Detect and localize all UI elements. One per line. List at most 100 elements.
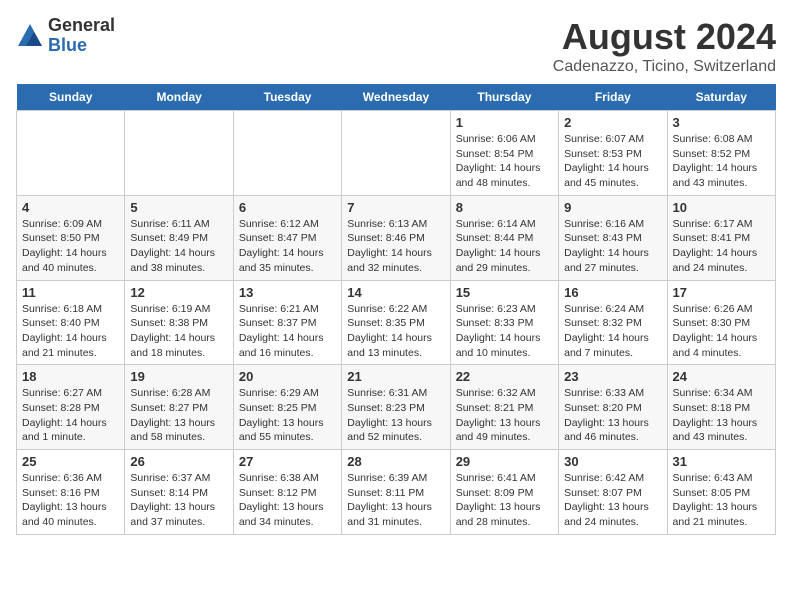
calendar-cell: 17 Sunrise: 6:26 AM Sunset: 8:30 PM Dayli… <box>667 280 775 365</box>
date-number: 23 <box>564 369 661 384</box>
calendar-cell: 9 Sunrise: 6:16 AM Sunset: 8:43 PM Daylig… <box>559 195 667 280</box>
cell-content: Sunrise: 6:19 AM Sunset: 8:38 PM Dayligh… <box>130 302 227 361</box>
calendar-cell: 12 Sunrise: 6:19 AM Sunset: 8:38 PM Dayli… <box>125 280 233 365</box>
cell-content: Sunrise: 6:22 AM Sunset: 8:35 PM Dayligh… <box>347 302 444 361</box>
cell-content: Sunrise: 6:42 AM Sunset: 8:07 PM Dayligh… <box>564 471 661 530</box>
week-row-3: 11 Sunrise: 6:18 AM Sunset: 8:40 PM Dayli… <box>17 280 776 365</box>
cell-content: Sunrise: 6:06 AM Sunset: 8:54 PM Dayligh… <box>456 132 553 191</box>
cell-content: Sunrise: 6:08 AM Sunset: 8:52 PM Dayligh… <box>673 132 770 191</box>
cell-content: Sunrise: 6:23 AM Sunset: 8:33 PM Dayligh… <box>456 302 553 361</box>
calendar-cell: 15 Sunrise: 6:23 AM Sunset: 8:33 PM Dayli… <box>450 280 558 365</box>
calendar-cell: 7 Sunrise: 6:13 AM Sunset: 8:46 PM Daylig… <box>342 195 450 280</box>
day-header-saturday: Saturday <box>667 84 775 111</box>
date-number: 11 <box>22 285 119 300</box>
logo-general: General <box>48 16 115 36</box>
logo: General Blue <box>16 16 115 56</box>
date-number: 17 <box>673 285 770 300</box>
date-number: 2 <box>564 115 661 130</box>
calendar-cell: 27 Sunrise: 6:38 AM Sunset: 8:12 PM Dayli… <box>233 450 341 535</box>
cell-content: Sunrise: 6:34 AM Sunset: 8:18 PM Dayligh… <box>673 386 770 445</box>
calendar-cell: 6 Sunrise: 6:12 AM Sunset: 8:47 PM Daylig… <box>233 195 341 280</box>
date-number: 29 <box>456 454 553 469</box>
date-number: 18 <box>22 369 119 384</box>
cell-content: Sunrise: 6:21 AM Sunset: 8:37 PM Dayligh… <box>239 302 336 361</box>
date-number: 20 <box>239 369 336 384</box>
week-row-5: 25Sunrise: 6:36 AM Sunset: 8:16 PM Dayli… <box>17 450 776 535</box>
cell-content: Sunrise: 6:37 AM Sunset: 8:14 PM Dayligh… <box>130 471 227 530</box>
date-number: 26 <box>130 454 227 469</box>
cell-content: Sunrise: 6:07 AM Sunset: 8:53 PM Dayligh… <box>564 132 661 191</box>
cell-content: Sunrise: 6:31 AM Sunset: 8:23 PM Dayligh… <box>347 386 444 445</box>
title-section: August 2024 Cadenazzo, Ticino, Switzerla… <box>553 16 776 76</box>
week-row-4: 18 Sunrise: 6:27 AM Sunset: 8:28 PM Dayli… <box>17 365 776 450</box>
date-number: 16 <box>564 285 661 300</box>
week-row-2: 4 Sunrise: 6:09 AM Sunset: 8:50 PM Daylig… <box>17 195 776 280</box>
calendar-cell: 18 Sunrise: 6:27 AM Sunset: 8:28 PM Dayli… <box>17 365 125 450</box>
cell-content: Sunrise: 6:18 AM Sunset: 8:40 PM Dayligh… <box>22 302 119 361</box>
calendar-cell: 10Sunrise: 6:17 AM Sunset: 8:41 PM Dayli… <box>667 195 775 280</box>
calendar-table: SundayMondayTuesdayWednesdayThursdayFrid… <box>16 84 776 535</box>
date-number: 27 <box>239 454 336 469</box>
calendar-cell: 13 Sunrise: 6:21 AM Sunset: 8:37 PM Dayli… <box>233 280 341 365</box>
day-header-monday: Monday <box>125 84 233 111</box>
calendar-cell: 2 Sunrise: 6:07 AM Sunset: 8:53 PM Daylig… <box>559 111 667 196</box>
date-number: 12 <box>130 285 227 300</box>
date-number: 28 <box>347 454 444 469</box>
cell-content: Sunrise: 6:33 AM Sunset: 8:20 PM Dayligh… <box>564 386 661 445</box>
calendar-cell: 19 Sunrise: 6:28 AM Sunset: 8:27 PM Dayli… <box>125 365 233 450</box>
calendar-cell: 29Sunrise: 6:41 AM Sunset: 8:09 PM Dayli… <box>450 450 558 535</box>
date-number: 25 <box>22 454 119 469</box>
calendar-cell: 1 Sunrise: 6:06 AM Sunset: 8:54 PM Daylig… <box>450 111 558 196</box>
date-number: 7 <box>347 200 444 215</box>
date-number: 5 <box>130 200 227 215</box>
date-number: 30 <box>564 454 661 469</box>
calendar-cell: 25Sunrise: 6:36 AM Sunset: 8:16 PM Dayli… <box>17 450 125 535</box>
calendar-cell <box>17 111 125 196</box>
date-number: 9 <box>564 200 661 215</box>
cell-content: Sunrise: 6:32 AM Sunset: 8:21 PM Dayligh… <box>456 386 553 445</box>
calendar-cell <box>233 111 341 196</box>
date-number: 15 <box>456 285 553 300</box>
cell-content: Sunrise: 6:27 AM Sunset: 8:28 PM Dayligh… <box>22 386 119 445</box>
date-number: 19 <box>130 369 227 384</box>
page-subtitle: Cadenazzo, Ticino, Switzerland <box>553 58 776 76</box>
page-header: General Blue August 2024 Cadenazzo, Tici… <box>16 16 776 76</box>
calendar-cell: 31 Sunrise: 6:43 AM Sunset: 8:05 PM Dayli… <box>667 450 775 535</box>
cell-content: Sunrise: 6:12 AM Sunset: 8:47 PM Dayligh… <box>239 217 336 276</box>
calendar-cell: 26 Sunrise: 6:37 AM Sunset: 8:14 PM Dayli… <box>125 450 233 535</box>
calendar-header-row: SundayMondayTuesdayWednesdayThursdayFrid… <box>17 84 776 111</box>
date-number: 22 <box>456 369 553 384</box>
calendar-cell: 3Sunrise: 6:08 AM Sunset: 8:52 PM Daylig… <box>667 111 775 196</box>
calendar-cell <box>125 111 233 196</box>
cell-content: Sunrise: 6:26 AM Sunset: 8:30 PM Dayligh… <box>673 302 770 361</box>
calendar-cell: 24 Sunrise: 6:34 AM Sunset: 8:18 PM Dayli… <box>667 365 775 450</box>
date-number: 10 <box>673 200 770 215</box>
day-header-wednesday: Wednesday <box>342 84 450 111</box>
date-number: 4 <box>22 200 119 215</box>
date-number: 1 <box>456 115 553 130</box>
cell-content: Sunrise: 6:28 AM Sunset: 8:27 PM Dayligh… <box>130 386 227 445</box>
date-number: 6 <box>239 200 336 215</box>
logo-text: General Blue <box>48 16 115 56</box>
calendar-cell: 21 Sunrise: 6:31 AM Sunset: 8:23 PM Dayli… <box>342 365 450 450</box>
cell-content: Sunrise: 6:13 AM Sunset: 8:46 PM Dayligh… <box>347 217 444 276</box>
cell-content: Sunrise: 6:38 AM Sunset: 8:12 PM Dayligh… <box>239 471 336 530</box>
day-header-friday: Friday <box>559 84 667 111</box>
date-number: 8 <box>456 200 553 215</box>
calendar-cell: 30 Sunrise: 6:42 AM Sunset: 8:07 PM Dayli… <box>559 450 667 535</box>
date-number: 21 <box>347 369 444 384</box>
date-number: 31 <box>673 454 770 469</box>
cell-content: Sunrise: 6:43 AM Sunset: 8:05 PM Dayligh… <box>673 471 770 530</box>
date-number: 24 <box>673 369 770 384</box>
cell-content: Sunrise: 6:09 AM Sunset: 8:50 PM Dayligh… <box>22 217 119 276</box>
calendar-cell: 16Sunrise: 6:24 AM Sunset: 8:32 PM Dayli… <box>559 280 667 365</box>
calendar-cell: 11 Sunrise: 6:18 AM Sunset: 8:40 PM Dayli… <box>17 280 125 365</box>
page-title: August 2024 <box>553 16 776 58</box>
cell-content: Sunrise: 6:16 AM Sunset: 8:43 PM Dayligh… <box>564 217 661 276</box>
calendar-cell: 4 Sunrise: 6:09 AM Sunset: 8:50 PM Daylig… <box>17 195 125 280</box>
cell-content: Sunrise: 6:11 AM Sunset: 8:49 PM Dayligh… <box>130 217 227 276</box>
calendar-cell: 28Sunrise: 6:39 AM Sunset: 8:11 PM Dayli… <box>342 450 450 535</box>
calendar-cell: 20Sunrise: 6:29 AM Sunset: 8:25 PM Dayli… <box>233 365 341 450</box>
date-number: 13 <box>239 285 336 300</box>
cell-content: Sunrise: 6:14 AM Sunset: 8:44 PM Dayligh… <box>456 217 553 276</box>
